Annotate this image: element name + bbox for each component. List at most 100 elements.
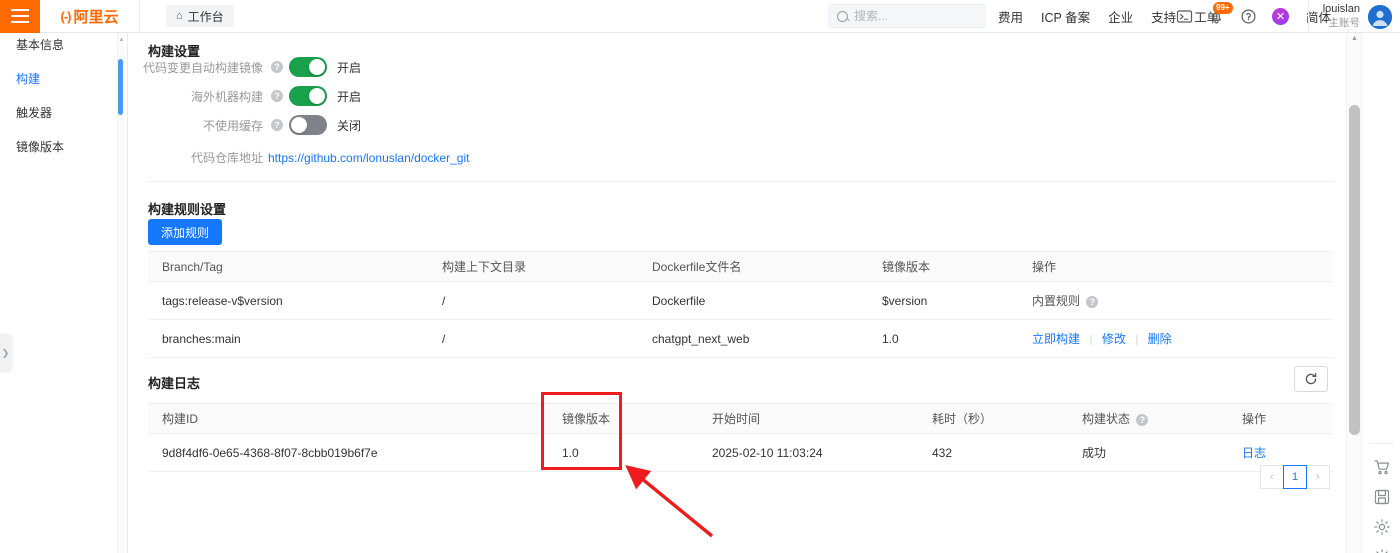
aliyun-logo-mark: (-): [60, 8, 71, 24]
nav-item-enterprise[interactable]: 企业: [1108, 7, 1133, 26]
pagination-prev[interactable]: ‹: [1260, 465, 1284, 489]
setting-row-overseas-build: 海外机器构建 ? 开启: [133, 86, 361, 106]
cell-context-dir: /: [428, 319, 638, 358]
table-row: branches:main / chatgpt_next_web 1.0 立即构…: [148, 319, 1333, 358]
terminal-icon[interactable]: [1176, 8, 1193, 25]
close-circle-icon[interactable]: ✕: [1272, 8, 1289, 25]
save-icon[interactable]: [1373, 488, 1391, 506]
table-header-row: 构建ID 镜像版本 开始时间 耗时（秒） 构建状态 ? 操作: [148, 403, 1333, 434]
pagination-page-1[interactable]: 1: [1283, 465, 1307, 489]
bell-icon[interactable]: 99+: [1208, 2, 1233, 25]
table-row: tags:release-v$version / Dockerfile $ver…: [148, 281, 1333, 320]
sidebar-item-label: 触发器: [16, 106, 53, 120]
sidebar-item-label: 镜像版本: [16, 140, 65, 154]
setting-label: 代码变更自动构建镜像: [142, 60, 263, 75]
nav-item-support[interactable]: 支持: [1151, 7, 1176, 26]
cell-branch-tag: tags:release-v$version: [148, 281, 428, 320]
main-content: 构建设置 代码变更自动构建镜像 ? 开启 海外机器构建 ? 开启 不使用缓存 ?…: [133, 33, 1345, 553]
cell-context-dir: /: [428, 281, 638, 320]
build-rules-title: 构建规则设置: [148, 202, 227, 217]
nav-item-cost[interactable]: 费用: [998, 7, 1023, 26]
sidebar-item-basic-info[interactable]: 基本信息: [0, 33, 119, 56]
aliyun-logo[interactable]: (-) 阿里云: [40, 0, 140, 33]
table-header-row: Branch/Tag 构建上下文目录 Dockerfile文件名 镜像版本 操作: [148, 251, 1333, 282]
help-icon[interactable]: ?: [271, 90, 283, 102]
toggle-state-label: 开启: [337, 60, 362, 75]
help-circle-icon[interactable]: [1240, 8, 1257, 25]
build-log-title: 构建日志: [148, 376, 201, 391]
user-names: louislan 主账号: [1323, 3, 1360, 30]
col-build-status: 构建状态 ?: [1068, 403, 1228, 434]
rail-divider: [1370, 443, 1394, 444]
refresh-button[interactable]: [1294, 366, 1328, 392]
sidebar-divider: [127, 33, 128, 553]
col-build-id: 构建ID: [148, 403, 548, 434]
pagination-next[interactable]: ›: [1306, 465, 1330, 489]
action-separator: |: [1135, 332, 1139, 346]
delete-rule-link[interactable]: 删除: [1148, 332, 1172, 346]
edit-rule-link[interactable]: 修改: [1102, 332, 1126, 346]
left-sidebar: 基本信息 构建 触发器 镜像版本 ▲: [0, 33, 124, 553]
aliyun-logo-text: 阿里云: [73, 8, 119, 26]
col-log-actions: 操作: [1228, 403, 1333, 434]
workbench-breadcrumb[interactable]: ⌂ 工作台: [166, 5, 234, 27]
scrollbar-thumb[interactable]: [1349, 105, 1360, 435]
cart-icon[interactable]: [1373, 458, 1391, 476]
cell-image-version: 1.0: [868, 319, 1018, 358]
build-now-link[interactable]: 立即构建: [1032, 332, 1080, 346]
toggle-state-label: 关闭: [337, 118, 362, 133]
sidebar-scroll-up-arrow[interactable]: ▲: [118, 36, 125, 44]
build-rules-table: Branch/Tag 构建上下文目录 Dockerfile文件名 镜像版本 操作…: [148, 251, 1333, 358]
toggle-state-label: 开启: [337, 89, 362, 104]
user-name: louislan: [1322, 3, 1360, 16]
sidebar-item-build[interactable]: 构建: [0, 67, 119, 90]
nav-item-icp[interactable]: ICP 备案: [1041, 7, 1090, 26]
settings-gear-icon[interactable]: [1373, 518, 1391, 536]
view-log-link[interactable]: 日志: [1242, 446, 1266, 460]
toggle-no-cache[interactable]: [289, 115, 327, 135]
build-log-table: 构建ID 镜像版本 开始时间 耗时（秒） 构建状态 ? 操作 9d8f4df6-…: [148, 403, 1333, 472]
cell-branch-tag: branches:main: [148, 319, 428, 358]
status-badge: 成功: [1068, 433, 1228, 472]
action-separator: |: [1089, 332, 1093, 346]
global-search[interactable]: [828, 4, 986, 28]
pagination: ‹ 1 ›: [1260, 465, 1330, 489]
help-icon[interactable]: ?: [271, 61, 283, 73]
setting-label: 不使用缓存: [202, 118, 263, 133]
window-scrollbar[interactable]: ▲: [1346, 33, 1361, 553]
col-log-image-version: 镜像版本: [548, 403, 698, 434]
help-icon[interactable]: ?: [1086, 296, 1099, 308]
col-context-dir: 构建上下文目录: [428, 251, 638, 282]
col-actions: 操作: [1018, 251, 1333, 282]
help-icon[interactable]: ?: [1136, 414, 1149, 426]
cell-actions: 内置规则 ?: [1018, 281, 1333, 320]
user-avatar-icon[interactable]: [1368, 4, 1392, 29]
repo-url-link[interactable]: https://github.com/lonuslan/docker_git: [268, 151, 469, 165]
cell-dockerfile: chatgpt_next_web: [638, 319, 868, 358]
col-start-time: 开始时间: [698, 403, 918, 434]
toggle-auto-build[interactable]: [289, 57, 327, 77]
search-icon: [837, 10, 848, 22]
col-build-status-label: 构建状态: [1082, 412, 1131, 426]
cell-build-id: 9d8f4df6-0e65-4368-8f07-8cbb019b6f7e: [148, 433, 548, 472]
search-input[interactable]: [854, 9, 974, 23]
cell-start-time: 2025-02-10 11:03:24: [698, 433, 918, 472]
sidebar-collapse-handle[interactable]: chevron-right-icon ❯: [0, 334, 11, 372]
settings-gear-icon-2[interactable]: [1373, 548, 1391, 553]
user-account[interactable]: louislan 主账号: [1307, 0, 1392, 33]
sidebar-item-image-version[interactable]: 镜像版本: [0, 135, 119, 158]
cell-actions: 立即构建 | 修改 | 删除: [1018, 319, 1333, 358]
sidebar-item-label: 构建: [16, 72, 41, 86]
help-icon[interactable]: ?: [271, 119, 283, 131]
sidebar-item-trigger[interactable]: 触发器: [0, 101, 119, 124]
notification-badge: 99+: [1213, 2, 1233, 14]
sidebar-item-label: 基本信息: [16, 38, 65, 52]
hamburger-menu-icon[interactable]: [0, 0, 40, 33]
sidebar-scrollbar-thumb[interactable]: [118, 59, 123, 115]
toggle-overseas-build[interactable]: [289, 86, 327, 106]
user-role: 主账号: [1328, 16, 1361, 29]
col-duration: 耗时（秒）: [918, 403, 1068, 434]
builtin-rule-label: 内置规则: [1032, 294, 1081, 308]
scrollbar-up-arrow[interactable]: ▲: [1347, 35, 1362, 42]
add-rule-button[interactable]: 添加规则: [148, 219, 223, 245]
